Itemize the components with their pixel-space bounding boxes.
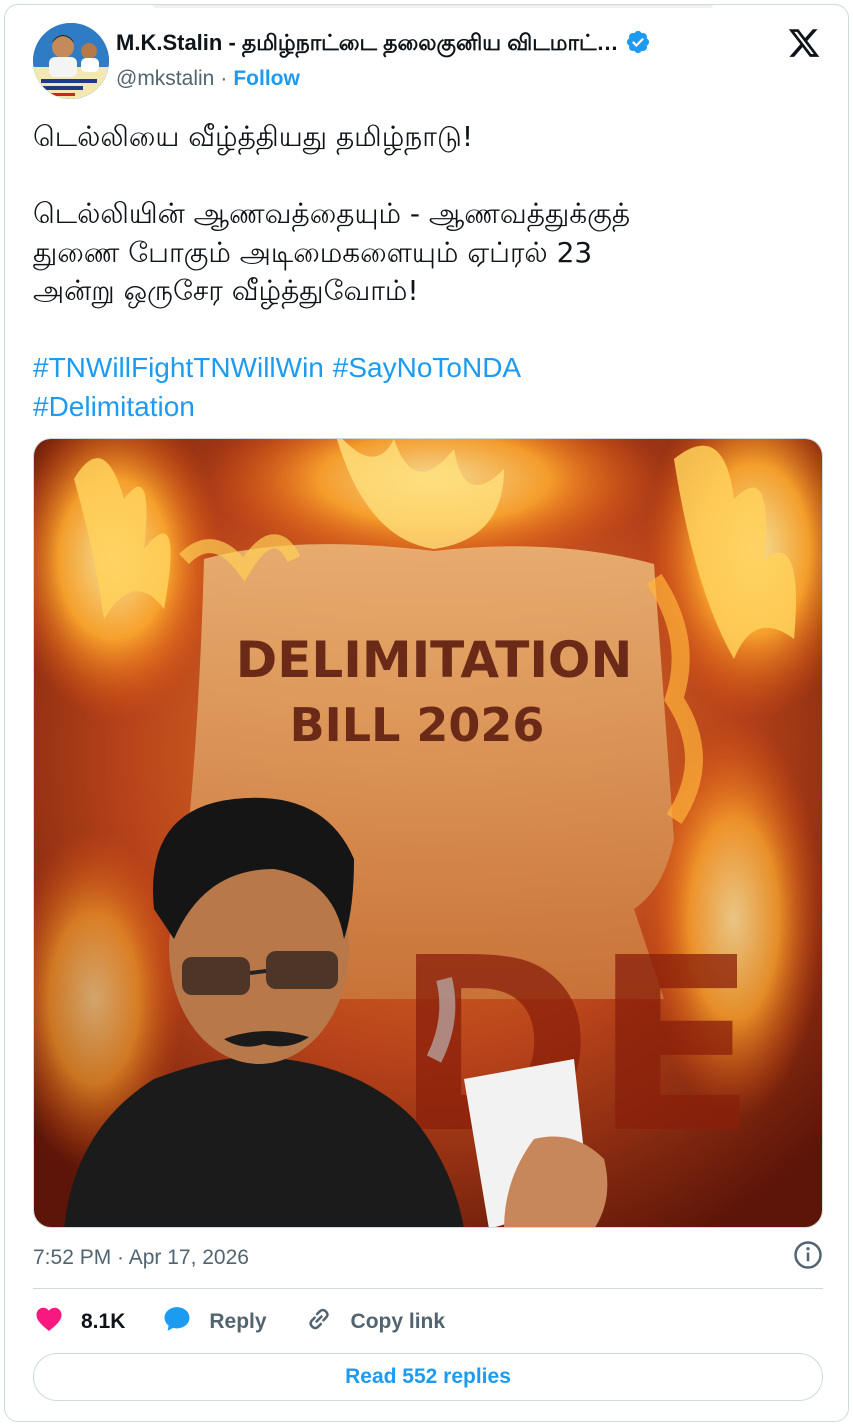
- poster-subtitle: BILL 2026: [290, 698, 545, 752]
- tweet-line: துணை போகும் அடிமைகளையும் ஏப்ரல் 23: [33, 235, 593, 269]
- reply-label: Reply: [209, 1310, 267, 1333]
- heart-icon: [33, 1304, 81, 1340]
- verified-badge-icon: [625, 29, 651, 59]
- info-icon[interactable]: [793, 1240, 823, 1276]
- separator-dot: ·: [220, 67, 228, 90]
- hashtag-link[interactable]: #SayNoToNDA: [333, 352, 521, 383]
- follow-button[interactable]: Follow: [233, 67, 300, 91]
- tweet-line: அன்று ஒருசேர வீழ்த்துவோம்!: [33, 274, 419, 307]
- avatar[interactable]: [33, 23, 109, 99]
- copy-link-label: Copy link: [350, 1310, 446, 1333]
- link-icon: [303, 1304, 351, 1340]
- reply-bubble-icon: [161, 1304, 209, 1340]
- tweet-timestamp[interactable]: 7:52 PM · Apr 17, 2026: [33, 1246, 249, 1270]
- divider: [33, 1288, 823, 1289]
- tweet-body: டெல்லியை வீழ்த்தியது தமிழ்நாடு! டெல்லியி…: [33, 118, 823, 426]
- x-logo-icon[interactable]: [786, 26, 822, 60]
- copy-link-button[interactable]: Copy link: [303, 1304, 446, 1340]
- top-edge: [153, 5, 713, 8]
- hashtag-link[interactable]: #Delimitation: [33, 391, 195, 422]
- reply-button[interactable]: Reply: [161, 1304, 267, 1340]
- like-button[interactable]: 8.1K: [33, 1304, 125, 1340]
- author-name[interactable]: M.K.Stalin - தமிழ்நாட்டை தலைகுனிய விடமாட…: [116, 30, 619, 59]
- author-handle[interactable]: @mkstalin: [116, 67, 214, 91]
- like-count: 8.1K: [81, 1310, 126, 1333]
- poster-title: DELIMITATION: [236, 631, 633, 689]
- tweet-media[interactable]: DE DELIMITATION BILL 2026: [33, 438, 823, 1228]
- read-replies-button[interactable]: Read 552 replies: [33, 1353, 823, 1401]
- hashtag-link[interactable]: #TNWillFightTNWillWin: [33, 352, 324, 383]
- tweet-line: டெல்லியை வீழ்த்தியது தமிழ்நாடு!: [33, 120, 474, 153]
- tweet-line: டெல்லியின் ஆணவத்தையும் - ஆணவத்துக்குத்: [33, 197, 631, 230]
